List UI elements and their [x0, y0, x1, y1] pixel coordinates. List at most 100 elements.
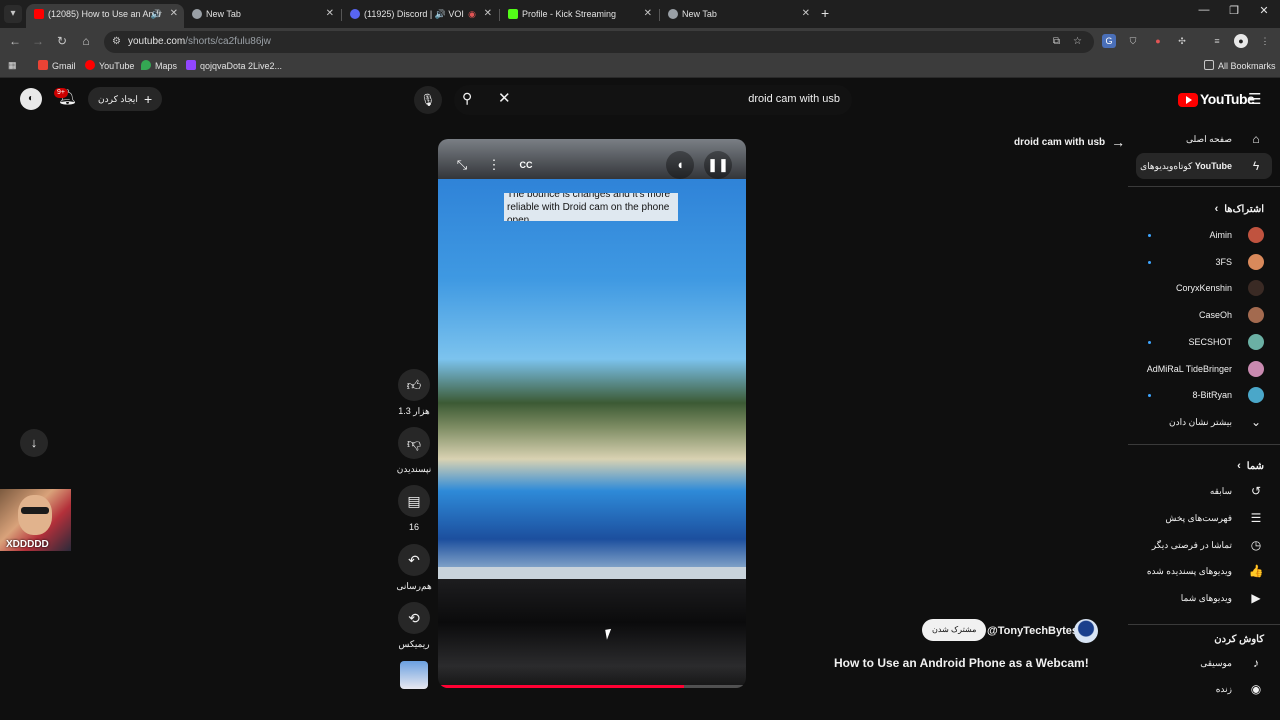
channel-thumbnail[interactable] [400, 661, 428, 689]
clear-search-icon[interactable]: ✕ [498, 89, 511, 107]
channel-avatar[interactable] [1074, 619, 1098, 643]
restore-icon[interactable]: ❐ [1224, 4, 1244, 17]
search-icon[interactable]: ⚲ [462, 90, 472, 107]
subscriptions-heading-label: اشتراک‌ها [1224, 204, 1264, 215]
translate-extension-icon[interactable]: G [1102, 34, 1116, 48]
dislike-thumb-icon[interactable]: 👎︎ [398, 427, 430, 459]
fullscreen-icon[interactable]: ⤡ [448, 151, 476, 179]
mouse-cursor [605, 628, 616, 640]
bookmark-youtube[interactable]: YouTube [85, 60, 134, 71]
browser-tab-youtube[interactable]: (12085) How to Use an Andr 🔊 ✕ [26, 4, 184, 28]
sidebar-item-explore[interactable]: موسیقی ♪ [1128, 650, 1280, 676]
forward-icon[interactable]: → [30, 34, 46, 48]
reading-list-icon[interactable]: ≡ [1210, 34, 1224, 48]
bookmark-star-icon[interactable]: ☆ [1073, 36, 1082, 47]
gmail-icon [38, 60, 48, 70]
comment-icon[interactable]: ▤ [398, 485, 430, 517]
all-bookmarks[interactable]: All Bookmarks [1204, 60, 1276, 71]
subscribe-button[interactable]: مشترک شدن [922, 619, 987, 641]
volume-icon[interactable]: ◖ [666, 151, 694, 179]
subscription-channel-name: CaseOh [1198, 310, 1232, 321]
comment-count: 16 [408, 522, 419, 532]
like-action[interactable]: 👍︎ 1.3 هزار [396, 369, 432, 417]
apps-grid-icon[interactable]: ▦ [8, 60, 17, 71]
tab-close-icon[interactable]: ✕ [644, 4, 652, 24]
like-thumb-icon[interactable]: 👍︎ [398, 369, 430, 401]
bookmark-maps[interactable]: Maps [141, 60, 177, 71]
sidebar-item-explore[interactable]: زنده ◉ [1128, 676, 1280, 702]
remix-action[interactable]: ⟲ ریمیکس [396, 602, 432, 650]
comments-action[interactable]: ▤ 16 [396, 485, 432, 532]
tab-search-button[interactable]: ▾ [4, 5, 22, 23]
sidebar-item-you[interactable]: ویدیوهای پسندیده شده 👍 [1128, 558, 1280, 584]
record-extension-icon[interactable]: ● [1151, 34, 1165, 48]
sidebar-item-you[interactable]: فهرست‌های پخش ☰ [1128, 505, 1280, 531]
minimize-icon[interactable]: — [1194, 4, 1214, 16]
video-progress-bar[interactable] [438, 685, 746, 688]
back-icon[interactable]: ← [7, 34, 23, 48]
browser-tab-strip: ▾ (12085) How to Use an Andr 🔊 ✕ New Tab… [0, 0, 1280, 28]
home-icon[interactable]: ⌂ [78, 34, 94, 48]
more-options-icon[interactable]: ⋮ [480, 151, 508, 179]
sidebar-subscription-item[interactable]: AdMiRaL TideBringer [1128, 356, 1280, 382]
sidebar-item-home[interactable]: صفحه اصلی ⌂ [1128, 126, 1280, 152]
address-bar[interactable]: ⚙ youtube.com/shorts/ca2fulu86jw ⧉ ☆ [104, 31, 1094, 53]
playlists-icon: ☰ [1250, 510, 1262, 525]
bookmark-label: qojqvaDota 2Live2... [200, 61, 283, 71]
shield-extension-icon[interactable]: ⛉ [1126, 34, 1140, 48]
sidebar-item-shorts[interactable]: YouTube کوتاه‌ویدیوهای ϟ [1136, 153, 1272, 179]
window-close-icon[interactable]: ✕ [1254, 4, 1274, 17]
bookmark-gmail[interactable]: Gmail [38, 60, 76, 71]
extensions-puzzle-icon[interactable]: ✣ [1175, 34, 1189, 48]
new-tab-button[interactable]: + [821, 5, 829, 21]
sidebar-subscription-item[interactable]: CoryxKenshin [1128, 275, 1280, 301]
pause-icon[interactable]: ❚❚ [704, 151, 732, 179]
sidebar-item-you[interactable]: سابقه ↺ [1128, 478, 1280, 504]
share-action[interactable]: ↶ هم‌رسانی [396, 544, 432, 592]
shorts-video-player[interactable]: The bounce is changes and it's more reli… [438, 139, 746, 688]
tab-close-icon[interactable]: ✕ [802, 4, 810, 24]
tab-close-icon[interactable]: ✕ [484, 4, 492, 24]
next-short-arrow-down-icon[interactable]: ↓ [20, 429, 48, 457]
share-arrow-icon[interactable]: ↶ [398, 544, 430, 576]
chrome-menu-icon[interactable]: ⋮ [1258, 34, 1272, 48]
tab-close-icon[interactable]: ✕ [170, 4, 178, 24]
sidebar-subscription-item[interactable]: Aimin [1128, 222, 1280, 248]
create-button[interactable]: ایجاد کردن + [88, 87, 163, 111]
sidebar-item-label: سابقه [1209, 486, 1232, 496]
browser-tab-newtab-1[interactable]: New Tab ✕ [184, 4, 340, 28]
guide-menu-icon[interactable]: ☰ [1248, 90, 1261, 108]
channel-handle[interactable]: @TonyTechBytes [987, 625, 1078, 637]
bookmark-twitch[interactable]: qojqvaDota 2Live2... [186, 60, 282, 71]
tab-title: (12085) How to Use an Andr [48, 9, 162, 19]
reload-icon[interactable]: ↻ [54, 34, 70, 48]
account-avatar[interactable]: ◐ [20, 88, 42, 110]
site-info-icon[interactable]: ⚙ [112, 36, 121, 47]
profile-avatar-icon[interactable]: ● [1234, 34, 1248, 48]
dislike-action[interactable]: 👎︎ نپسندیدن [396, 427, 432, 475]
sidebar-subscription-item[interactable]: 3FS [1128, 249, 1280, 275]
back-to-search-link[interactable]: droid cam with usb → [1014, 134, 1125, 150]
sidebar-subscription-item[interactable]: SECSHOT [1128, 329, 1280, 355]
you-heading-label: شما [1246, 461, 1264, 472]
voice-search-mic-icon[interactable]: 🎙︎ [414, 86, 442, 114]
sidebar-item-you[interactable]: تماشا در فرصتی دیگر ◷ [1128, 532, 1280, 558]
you-heading[interactable]: ‹ شما [1237, 460, 1264, 472]
tab-close-icon[interactable]: ✕ [326, 4, 334, 24]
sidebar-item-show-more[interactable]: بیشتر نشان دادن ⌄ [1128, 409, 1280, 435]
sidebar-subscription-item[interactable]: CaseOh [1128, 302, 1280, 328]
sidebar-item-you[interactable]: ویدیوهای شما ▶ [1128, 585, 1280, 611]
subscription-channel-name: 3FS [1215, 256, 1232, 267]
remix-icon[interactable]: ⟲ [398, 602, 430, 634]
video-title[interactable]: How to Use an Android Phone as a Webcam! [834, 656, 1089, 670]
twitch-icon [186, 60, 196, 70]
captions-cc-button[interactable]: CC [512, 151, 540, 179]
install-app-icon[interactable]: ⧉ [1053, 36, 1060, 47]
browser-tab-kick[interactable]: Profile - Kick Streaming ✕ [500, 4, 658, 28]
audio-playing-icon[interactable]: 🔊 [151, 4, 162, 24]
browser-tab-discord[interactable]: (11925) Discord | 🔊 VOI ◉ ✕ [342, 4, 498, 28]
sidebar-item-label: صفحه اصلی [1186, 134, 1232, 144]
browser-tab-newtab-2[interactable]: New Tab ✕ [660, 4, 816, 28]
subscriptions-heading[interactable]: ‹ اشتراک‌ها [1215, 203, 1264, 215]
sidebar-subscription-item[interactable]: 8-BitRyan [1128, 382, 1280, 408]
